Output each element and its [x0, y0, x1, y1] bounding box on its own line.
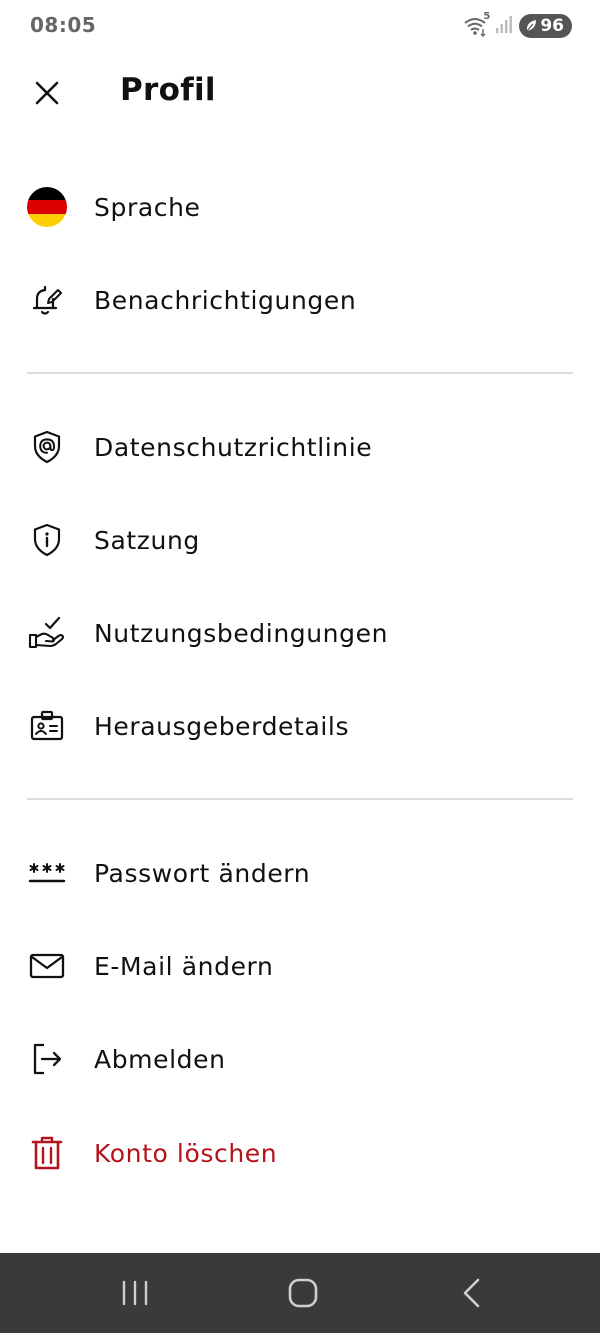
menu-label: E-Mail ändern [94, 951, 274, 981]
back-button[interactable] [450, 1273, 494, 1313]
bell-edit-icon [26, 279, 68, 321]
menu-label: Herausgeberdetails [94, 711, 350, 741]
menu-item-konto-loeschen[interactable]: Konto löschen [0, 1117, 600, 1189]
menu-label: Sprache [94, 192, 201, 222]
logout-icon [26, 1038, 68, 1080]
menu-item-benachrichtigungen[interactable]: Benachrichtigungen [0, 264, 600, 336]
leaf-icon [526, 20, 537, 32]
menu-label: Benachrichtigungen [94, 285, 357, 315]
trash-icon [26, 1132, 68, 1174]
mail-icon [26, 945, 68, 987]
menu-item-passwort-aendern[interactable]: Passwort ändern [0, 837, 600, 909]
status-bar: 08:05 5 96 [0, 0, 600, 56]
home-button[interactable] [281, 1273, 325, 1313]
page-title: Profil [120, 72, 216, 108]
wifi-label: 5 [483, 11, 491, 22]
id-badge-icon [26, 705, 68, 747]
menu-item-satzung[interactable]: Satzung [0, 504, 600, 576]
menu-item-nutzungsbedingungen[interactable]: Nutzungsbedingungen [0, 597, 600, 669]
menu-item-sprache[interactable]: Sprache [0, 171, 600, 243]
menu-item-email-aendern[interactable]: E-Mail ändern [0, 930, 600, 1002]
close-icon [35, 81, 59, 105]
status-time: 08:05 [30, 13, 97, 37]
menu-label: Nutzungsbedingungen [94, 618, 389, 648]
menu-item-herausgeberdetails[interactable]: Herausgeberdetails [0, 690, 600, 762]
menu-label: Datenschutzrichtlinie [94, 432, 373, 462]
battery-level: 96 [540, 16, 564, 36]
menu-label: Passwort ändern [94, 858, 311, 888]
shield-info-icon [26, 519, 68, 561]
divider [27, 798, 573, 800]
navigation-bar [0, 1253, 600, 1333]
recent-apps-button[interactable] [113, 1273, 157, 1313]
status-icons: 5 96 [463, 11, 572, 38]
divider [27, 372, 573, 374]
menu-item-datenschutzrichtlinie[interactable]: Datenschutzrichtlinie [0, 411, 600, 483]
recent-apps-icon [122, 1280, 148, 1306]
back-icon [463, 1278, 480, 1308]
password-icon [26, 852, 68, 894]
german-flag-icon [26, 186, 68, 228]
battery-icon: 96 [519, 14, 572, 38]
menu-item-abmelden[interactable]: Abmelden [0, 1023, 600, 1095]
menu-label: Konto löschen [94, 1138, 278, 1168]
signal-icon [495, 14, 513, 38]
header: Profil [0, 56, 600, 132]
shield-at-icon [26, 426, 68, 468]
menu-label: Abmelden [94, 1044, 226, 1074]
wifi-icon: 5 [463, 11, 490, 37]
hand-check-icon [26, 612, 68, 654]
close-button[interactable] [26, 72, 68, 114]
menu-label: Satzung [94, 525, 200, 555]
home-icon [288, 1278, 318, 1308]
